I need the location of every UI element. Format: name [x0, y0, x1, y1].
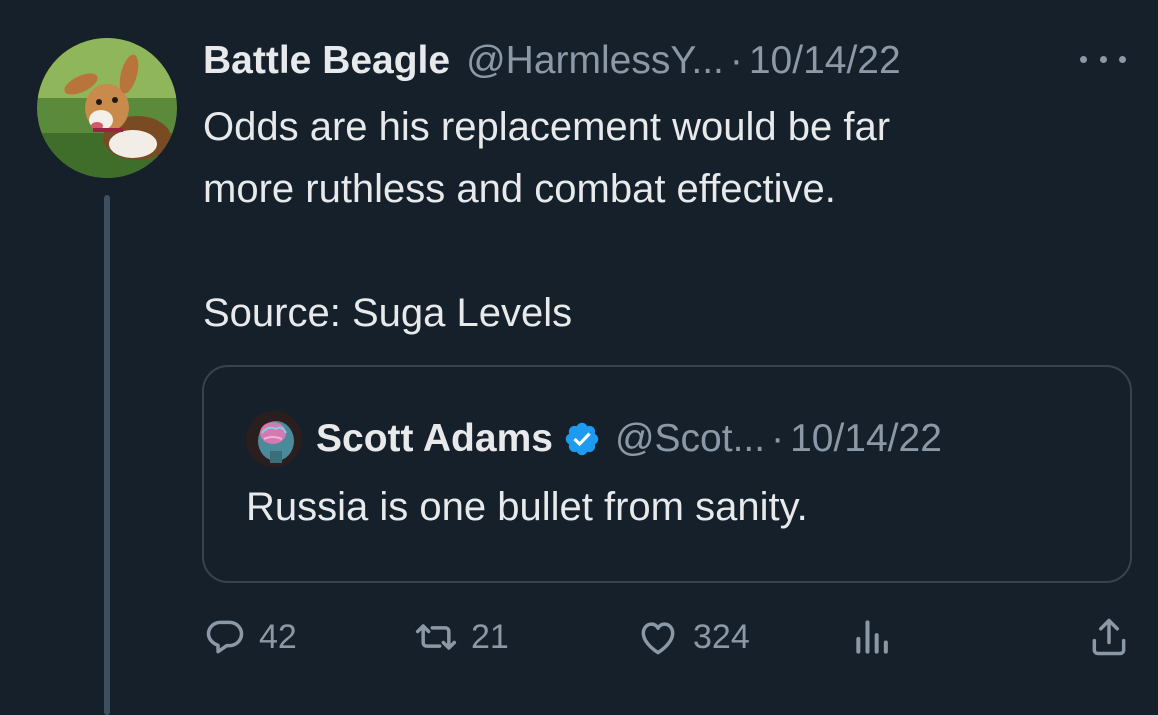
- author-avatar[interactable]: [37, 38, 177, 178]
- like-button[interactable]: 324: [635, 612, 750, 662]
- quoted-author-avatar[interactable]: [246, 411, 302, 467]
- quoted-header-separator: ·: [771, 417, 785, 460]
- tweet-text-line: Source: Suga Levels: [203, 291, 573, 335]
- retweet-icon: [413, 615, 459, 659]
- quoted-author-name[interactable]: Scott Adams: [316, 417, 553, 461]
- reply-count: 42: [259, 617, 297, 656]
- like-count: 324: [693, 617, 750, 656]
- more-icon[interactable]: [1080, 44, 1126, 74]
- header-separator: ·: [729, 39, 743, 82]
- quoted-tweet-text: Russia is one bullet from sanity.: [246, 485, 808, 529]
- retweet-count: 21: [471, 617, 509, 656]
- tweet-text-line: more ruthless and combat effective.: [203, 167, 836, 211]
- reply-button[interactable]: 42: [203, 612, 297, 662]
- quoted-tweet-timestamp[interactable]: 10/14/22: [790, 417, 942, 461]
- share-button[interactable]: [1087, 612, 1131, 662]
- views-button[interactable]: [851, 612, 895, 662]
- like-icon: [635, 615, 681, 659]
- tweet-header: Battle Beagle @HarmlessY... · 10/14/22: [203, 36, 1148, 86]
- tweet-text: Odds are his replacement would be far mo…: [203, 96, 1133, 344]
- tweet-text-line: Odds are his replacement would be far: [203, 105, 891, 149]
- share-icon: [1087, 615, 1131, 659]
- quoted-tweet-card[interactable]: Scott Adams @Scot... · 10/14/22 Russia i…: [202, 365, 1132, 583]
- verified-badge-icon: [563, 420, 601, 458]
- thread-line: [104, 195, 110, 715]
- author-handle[interactable]: @HarmlessY...: [466, 39, 724, 83]
- quoted-tweet-header: Scott Adams @Scot... · 10/14/22: [246, 411, 942, 467]
- retweet-button[interactable]: 21: [413, 612, 509, 662]
- author-name[interactable]: Battle Beagle: [203, 39, 450, 83]
- views-icon: [851, 615, 895, 659]
- tweet-timestamp[interactable]: 10/14/22: [749, 39, 901, 83]
- quoted-author-handle[interactable]: @Scot...: [615, 417, 765, 461]
- tweet-actions-bar: 42 21 324: [203, 612, 1133, 662]
- reply-icon: [203, 615, 247, 659]
